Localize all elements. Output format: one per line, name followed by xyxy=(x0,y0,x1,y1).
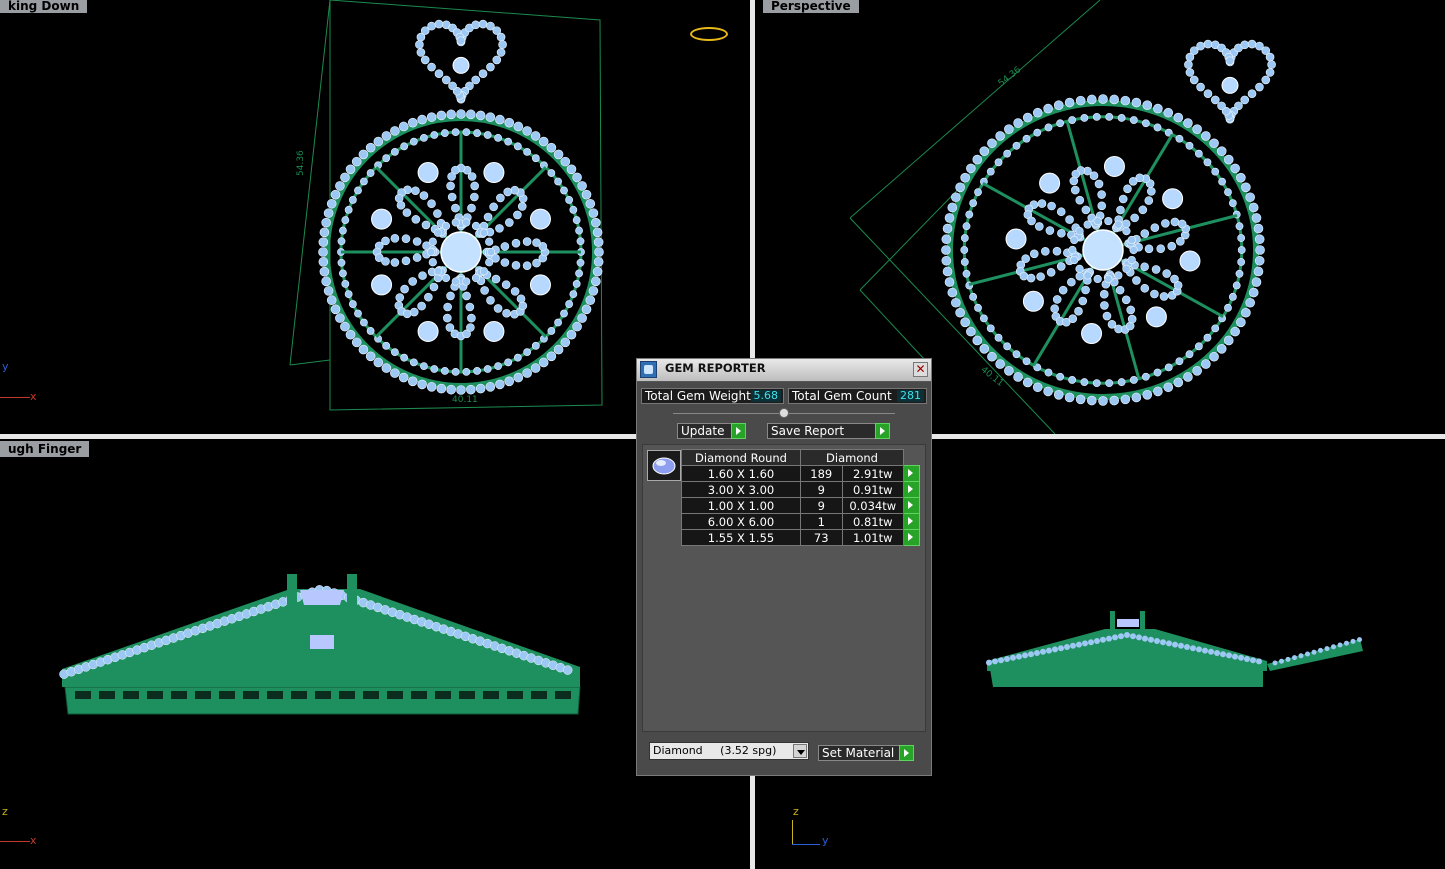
axis-x-line xyxy=(0,397,30,398)
set-material-button[interactable]: Set Material xyxy=(818,745,914,761)
dimension-height-label: 54.36 xyxy=(296,150,306,176)
save-report-button-label: Save Report xyxy=(771,424,845,438)
play-arrow-icon[interactable] xyxy=(903,465,920,482)
table-row[interactable]: 3.00 X 3.00 9 0.91tw xyxy=(681,481,920,498)
gem-reporter-icon xyxy=(640,361,657,378)
axis-z-line xyxy=(792,820,793,844)
collapse-toggle-icon[interactable] xyxy=(779,408,789,418)
total-gem-weight-value: 5.68 xyxy=(750,390,781,402)
panel-title: GEM REPORTER xyxy=(665,361,766,375)
total-gem-weight-label: Total Gem Weight xyxy=(645,389,751,403)
total-gem-count-label: Total Gem Count xyxy=(792,389,892,403)
play-arrow-icon xyxy=(875,423,890,439)
gem-weight-cell: 0.034tw xyxy=(841,497,904,514)
gem-count-cell: 189 xyxy=(800,465,843,482)
play-arrow-icon xyxy=(731,423,746,439)
panel-titlebar[interactable]: GEM REPORTER ✕ xyxy=(637,359,931,382)
save-report-button[interactable]: Save Report xyxy=(767,423,890,439)
ring-icon xyxy=(690,27,728,41)
gem-count-cell: 1 xyxy=(800,513,843,530)
gem-weight-cell: 2.91tw xyxy=(841,465,904,482)
diamond-thumbnail-icon[interactable] xyxy=(647,450,681,481)
material-select-value: Diamond (3.52 spg) xyxy=(653,744,777,757)
gem-weight-cell: 1.01tw xyxy=(841,529,904,546)
play-arrow-icon[interactable] xyxy=(903,481,920,498)
axis-x-line xyxy=(0,841,30,842)
close-icon[interactable]: ✕ xyxy=(913,362,928,377)
gem-table: Diamond Round Diamond 1.60 X 1.60 189 2.91… xyxy=(681,449,920,546)
dimension-width-label: 40.11 xyxy=(452,395,478,405)
gem-count-cell: 73 xyxy=(800,529,843,546)
play-arrow-icon xyxy=(899,745,914,761)
axis-z-label: z xyxy=(793,805,799,818)
gem-reporter-panel: GEM REPORTER ✕ Total Gem Weight 5.68 Tot… xyxy=(636,358,932,776)
axis-y-label: y xyxy=(822,834,829,847)
viewport-label[interactable]: Perspective xyxy=(763,0,859,13)
play-arrow-icon[interactable] xyxy=(903,529,920,546)
gem-size-cell: 3.00 X 3.00 xyxy=(681,481,801,498)
gem-count-cell: 9 xyxy=(800,497,843,514)
gem-weight-cell: 0.91tw xyxy=(841,481,904,498)
gem-size-cell: 1.60 X 1.60 xyxy=(681,465,801,482)
gem-size-cell: 1.00 X 1.00 xyxy=(681,497,801,514)
update-button-label: Update xyxy=(681,424,725,438)
axis-y-label: y xyxy=(2,360,9,373)
gem-size-cell: 6.00 X 6.00 xyxy=(681,513,801,530)
table-row[interactable]: 1.00 X 1.00 9 0.034tw xyxy=(681,497,920,514)
table-row[interactable]: 1.60 X 1.60 189 2.91tw xyxy=(681,465,920,482)
total-gem-weight: Total Gem Weight 5.68 xyxy=(641,388,784,404)
table-row[interactable]: 6.00 X 6.00 1 0.81tw xyxy=(681,513,920,530)
set-material-button-label: Set Material xyxy=(822,746,895,760)
column-header-shape: Diamond Round xyxy=(681,449,801,466)
play-arrow-icon[interactable] xyxy=(903,513,920,530)
axis-x-label: x xyxy=(30,390,37,403)
gem-size-cell: 1.55 X 1.55 xyxy=(681,529,801,546)
material-select[interactable]: Diamond (3.52 spg) xyxy=(649,742,809,760)
axis-y-line xyxy=(792,844,820,845)
update-button[interactable]: Update xyxy=(677,423,746,439)
total-gem-count-value: 281 xyxy=(897,390,924,402)
gem-count-cell: 9 xyxy=(800,481,843,498)
total-gem-count: Total Gem Count 281 xyxy=(788,388,927,404)
column-header-material: Diamond xyxy=(800,449,904,466)
axis-z-label: z xyxy=(2,805,8,818)
gem-weight-cell: 0.81tw xyxy=(841,513,904,530)
diamond-gem-icon xyxy=(652,457,676,475)
table-row[interactable]: 1.55 X 1.55 73 1.01tw xyxy=(681,529,920,546)
play-arrow-icon[interactable] xyxy=(903,497,920,514)
chevron-down-icon[interactable] xyxy=(793,744,807,758)
viewport-label[interactable]: ugh Finger xyxy=(0,441,90,457)
viewport-label[interactable]: king Down xyxy=(0,0,88,13)
axis-x-label: x xyxy=(30,834,37,847)
